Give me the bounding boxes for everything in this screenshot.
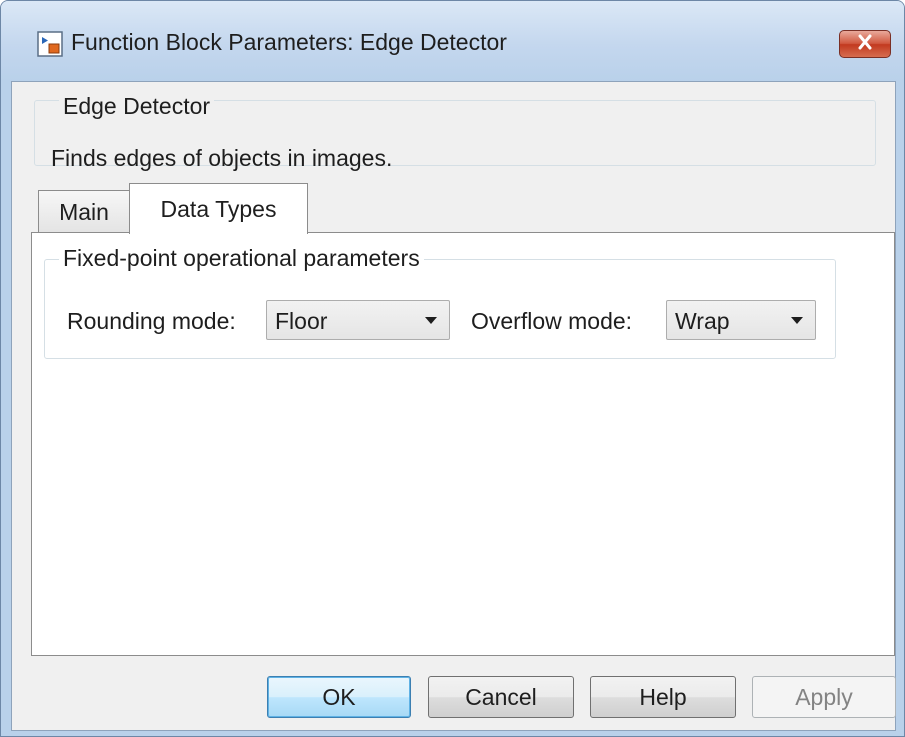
chevron-down-icon (791, 317, 803, 324)
overflow-mode-value: Wrap (675, 308, 730, 334)
tab-data-types[interactable]: Data Types (129, 183, 308, 234)
tab-panel-data-types: Fixed-point operational parameters Round… (31, 232, 895, 656)
fixed-point-group: Fixed-point operational parameters Round… (44, 245, 836, 359)
block-description: Finds edges of objects in images. (51, 145, 393, 171)
rounding-mode-value: Floor (275, 308, 328, 334)
fixed-point-group-title: Fixed-point operational parameters (59, 245, 424, 272)
tab-data-types-label: Data Types (160, 195, 277, 222)
title-bar[interactable]: Function Block Parameters: Edge Detector (1, 1, 904, 81)
simulink-block-icon (37, 31, 63, 57)
apply-button[interactable]: Apply (752, 676, 896, 718)
overflow-mode-label: Overflow mode: (471, 308, 633, 334)
rounding-mode-label: Rounding mode: (67, 308, 236, 334)
tab-main-label: Main (59, 199, 109, 225)
chevron-down-icon (425, 317, 437, 324)
description-group: Edge Detector Finds edges of objects in … (34, 93, 876, 171)
dialog-body: Edge Detector Finds edges of objects in … (11, 81, 896, 731)
window-title: Function Block Parameters: Edge Detector (71, 29, 507, 55)
cancel-button[interactable]: Cancel (428, 676, 574, 718)
tab-main[interactable]: Main (38, 190, 130, 234)
rounding-mode-select[interactable]: Floor (266, 300, 450, 340)
overflow-mode-select[interactable]: Wrap (666, 300, 816, 340)
help-button[interactable]: Help (590, 676, 736, 718)
close-icon (855, 34, 875, 55)
ok-button[interactable]: OK (267, 676, 411, 718)
dialog-window: Function Block Parameters: Edge Detector… (0, 0, 905, 737)
close-button[interactable] (839, 30, 891, 58)
block-name-heading: Edge Detector (59, 93, 215, 120)
